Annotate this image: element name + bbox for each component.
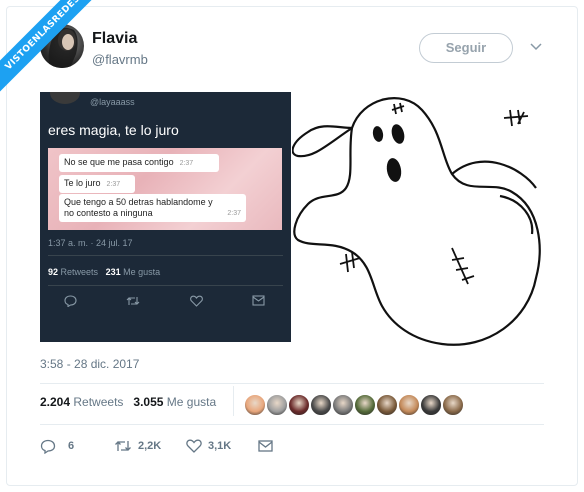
heart-icon <box>190 295 203 310</box>
chat-screenshot: No se que me pasa contigo 2:37 Te lo juro… <box>48 148 282 230</box>
liker-avatar[interactable] <box>332 394 354 416</box>
retweet-label[interactable]: Retweets <box>73 395 123 409</box>
divider <box>40 424 544 425</box>
liker-avatar[interactable] <box>398 394 420 416</box>
retweet-icon <box>126 295 140 310</box>
liker-avatar[interactable] <box>310 394 332 416</box>
embedded-like-label: Me gusta <box>123 267 161 277</box>
display-name[interactable]: Flavia <box>92 30 137 48</box>
mail-icon <box>252 295 265 309</box>
embedded-tweet-text: eres magia, te lo juro <box>48 122 179 138</box>
user-handle[interactable]: @flavrmb <box>92 52 148 67</box>
ghost-drawing-image[interactable] <box>291 88 544 350</box>
embedded-stats: 92 Retweets 231 Me gusta <box>48 267 160 277</box>
divider <box>48 285 283 286</box>
like-label[interactable]: Me gusta <box>167 395 216 409</box>
divider <box>233 386 234 416</box>
chat-bubble: Te lo juro 2:37 <box>59 175 135 193</box>
chat-time: 2:37 <box>227 210 241 217</box>
liker-avatar[interactable] <box>420 394 442 416</box>
liker-avatar[interactable] <box>266 394 288 416</box>
liker-avatar[interactable] <box>244 394 266 416</box>
like-button[interactable]: 3,1K <box>186 436 231 456</box>
embedded-avatar <box>50 92 80 104</box>
chat-time: 2:37 <box>179 160 194 167</box>
reply-count: 6 <box>68 440 75 452</box>
follow-button[interactable]: Seguir <box>419 33 513 63</box>
embedded-handle: @layaaass <box>90 97 135 107</box>
tweet-stats: 2.204 Retweets 3.055 Me gusta <box>40 395 216 409</box>
embedded-actions <box>40 295 291 315</box>
chat-message: Que tengo a 50 detras hablandome y no co… <box>64 197 213 218</box>
embedded-date: 1:37 a. m. · 24 jul. 17 <box>48 238 133 248</box>
divider <box>40 383 544 384</box>
mail-icon <box>258 440 273 452</box>
chat-bubble: No se que me pasa contigo 2:37 <box>59 154 219 172</box>
reply-button[interactable]: 6 <box>40 436 74 456</box>
chat-time: 2:37 <box>106 181 121 188</box>
reply-icon <box>40 439 56 454</box>
reply-icon <box>64 295 77 310</box>
retweet-action-count: 2,2K <box>138 440 162 452</box>
tweet-actions: 6 2,2K 3,1K <box>40 436 300 456</box>
chat-message: Te lo juro <box>64 178 101 188</box>
liker-avatar[interactable] <box>442 394 464 416</box>
like-action-count: 3,1K <box>208 440 232 452</box>
embedded-tweet-image[interactable]: @layaaass eres magia, te lo juro No se q… <box>40 92 291 342</box>
tweet-timestamp[interactable]: 3:58 - 28 dic. 2017 <box>40 357 139 371</box>
divider <box>48 255 283 256</box>
chat-message: No se que me pasa contigo <box>64 157 174 167</box>
like-count[interactable]: 3.055 <box>133 395 163 409</box>
embedded-like-count: 231 <box>105 267 121 277</box>
embedded-retweet-label: Retweets <box>60 267 99 277</box>
embedded-retweet-count: 92 <box>48 267 59 277</box>
liker-avatar[interactable] <box>354 394 376 416</box>
heart-icon <box>186 439 202 453</box>
message-button[interactable] <box>258 436 273 456</box>
retweet-icon <box>114 439 132 453</box>
retweet-button[interactable]: 2,2K <box>114 436 161 456</box>
retweet-count[interactable]: 2.204 <box>40 395 70 409</box>
chevron-down-icon[interactable] <box>530 40 544 54</box>
liker-avatar[interactable] <box>376 394 398 416</box>
liker-avatar[interactable] <box>288 394 310 416</box>
chat-bubble: Que tengo a 50 detras hablandome y no co… <box>59 194 246 222</box>
